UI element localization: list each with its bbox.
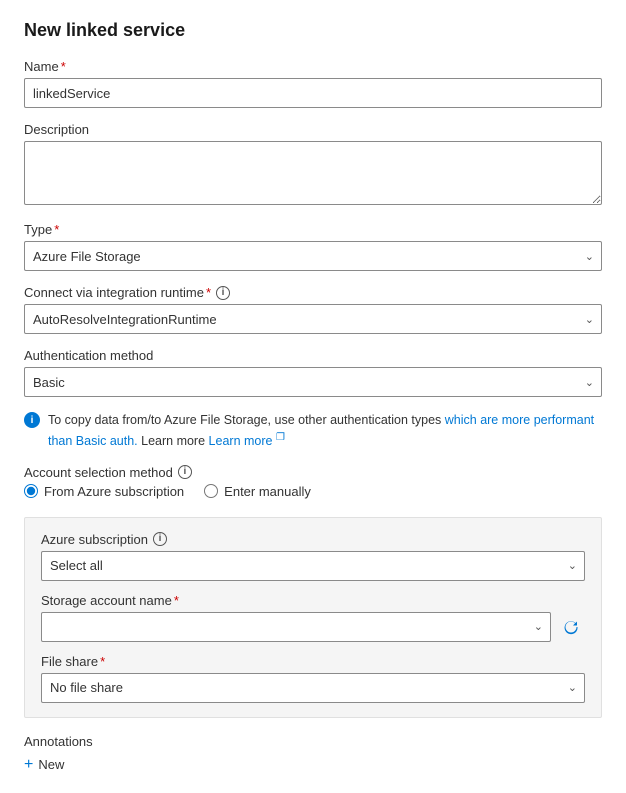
azure-subscription-info-icon: i <box>153 532 167 546</box>
azure-subscription-label: Azure subscription <box>41 532 148 547</box>
auth-method-field-group: Authentication method Basic ⌄ <box>24 348 602 397</box>
type-select[interactable]: Azure File Storage <box>24 241 602 271</box>
integration-runtime-select[interactable]: AutoResolveIntegrationRuntime <box>24 304 602 334</box>
annotations-section: Annotations + New <box>24 734 602 773</box>
auth-method-select[interactable]: Basic <box>24 367 602 397</box>
radio-azure-label: From Azure subscription <box>44 484 184 499</box>
add-new-label: New <box>38 757 64 772</box>
integration-runtime-field-group: Connect via integration runtime* i AutoR… <box>24 285 602 334</box>
page-title: New linked service <box>24 20 602 41</box>
description-field-group: Description <box>24 122 602 208</box>
storage-account-select[interactable] <box>41 612 551 642</box>
integration-runtime-select-wrapper: AutoResolveIntegrationRuntime ⌄ <box>24 304 602 334</box>
radio-azure-subscription[interactable]: From Azure subscription <box>24 484 184 499</box>
type-field-group: Type* Azure File Storage ⌄ <box>24 222 602 271</box>
type-label: Type* <box>24 222 602 237</box>
auth-method-select-wrapper: Basic ⌄ <box>24 367 602 397</box>
account-selection-radio-group: From Azure subscription Enter manually <box>24 484 602 503</box>
account-selection-label: Account selection method <box>24 465 173 480</box>
name-field-group: Name* <box>24 59 602 108</box>
name-label: Name* <box>24 59 602 74</box>
storage-account-select-wrapper: ⌄ <box>41 612 551 642</box>
radio-manual-input[interactable] <box>204 484 218 498</box>
info-banner-text: To copy data from/to Azure File Storage,… <box>48 411 602 451</box>
storage-account-refresh-button[interactable] <box>557 612 585 642</box>
type-select-wrapper: Azure File Storage ⌄ <box>24 241 602 271</box>
file-share-field-group: File share* No file share ⌄ <box>41 654 585 703</box>
radio-enter-manually[interactable]: Enter manually <box>204 484 311 499</box>
description-label: Description <box>24 122 602 137</box>
file-share-select[interactable]: No file share <box>41 673 585 703</box>
info-banner: i To copy data from/to Azure File Storag… <box>24 411 602 451</box>
file-share-label: File share* <box>41 654 585 669</box>
info-banner-icon: i <box>24 412 40 428</box>
storage-account-label: Storage account name* <box>41 593 585 608</box>
account-selection-field-group: Account selection method i From Azure su… <box>24 465 602 503</box>
account-selection-info-icon: i <box>178 465 192 479</box>
radio-manual-label: Enter manually <box>224 484 311 499</box>
integration-runtime-info-icon: i <box>216 286 230 300</box>
annotations-label: Annotations <box>24 734 602 749</box>
refresh-icon <box>563 619 579 635</box>
external-link-icon: ❐ <box>276 432 285 443</box>
integration-runtime-label: Connect via integration runtime* <box>24 285 211 300</box>
file-share-select-wrapper: No file share ⌄ <box>41 673 585 703</box>
description-input[interactable] <box>24 141 602 205</box>
storage-account-field-group: Storage account name* ⌄ <box>41 593 585 642</box>
azure-subscription-field-group: Azure subscription i Select all ⌄ <box>41 532 585 581</box>
azure-subscription-sub-section: Azure subscription i Select all ⌄ Storag… <box>24 517 602 718</box>
radio-azure-input[interactable] <box>24 484 38 498</box>
plus-icon: + <box>24 757 33 773</box>
add-annotation-button[interactable]: + New <box>24 757 64 773</box>
name-input[interactable] <box>24 78 602 108</box>
storage-account-select-with-refresh: ⌄ <box>41 612 585 642</box>
learn-more-link[interactable]: Learn more ❐ <box>209 434 285 448</box>
azure-subscription-select[interactable]: Select all <box>41 551 585 581</box>
auth-method-label: Authentication method <box>24 348 602 363</box>
azure-subscription-select-wrapper: Select all ⌄ <box>41 551 585 581</box>
